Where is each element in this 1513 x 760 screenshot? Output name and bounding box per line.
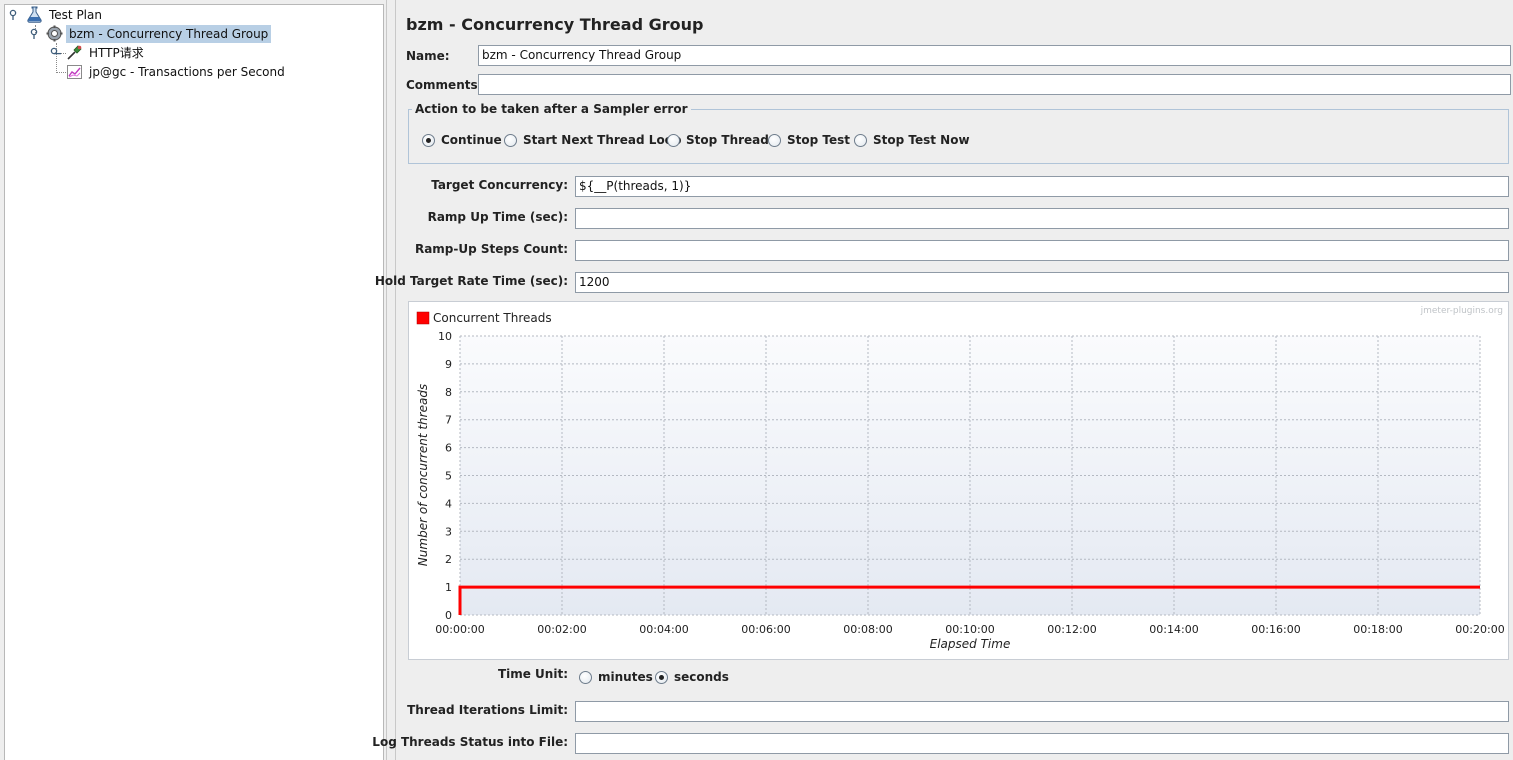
page-title: bzm - Concurrency Thread Group: [406, 15, 704, 34]
y-tick-label: 8: [445, 386, 452, 399]
x-tick-label: 00:18:00: [1353, 623, 1402, 636]
radio-label: Stop Thread: [686, 133, 769, 147]
x-tick-labels: 00:00:00 00:02:00 00:04:00 00:06:00 00:08:00…: [435, 623, 1504, 636]
hold-time-field[interactable]: 1200: [575, 272, 1509, 293]
name-label: Name:: [406, 49, 450, 63]
x-tick-label: 00:08:00: [843, 623, 892, 636]
thread-iterations-label: Thread Iterations Limit:: [407, 703, 568, 717]
chart-watermark: jmeter-plugins.org: [1420, 306, 1503, 316]
thread-group-editor: bzm - Concurrency Thread Group Name: bzm…: [372, 0, 1513, 760]
legend-swatch: [416, 311, 430, 325]
radio-label: Stop Test Now: [873, 133, 970, 147]
tree-item-tps-listener[interactable]: jp@gc - Transactions per Second: [5, 63, 381, 81]
hold-time-label: Hold Target Rate Time (sec):: [374, 274, 568, 288]
radio-unselected-icon[interactable]: [579, 670, 592, 684]
expand-toggle-icon[interactable]: [50, 47, 62, 59]
tree-item-label[interactable]: bzm - Concurrency Thread Group: [66, 25, 272, 43]
radio-unselected-icon[interactable]: [667, 133, 680, 147]
name-field[interactable]: bzm - Concurrency Thread Group: [478, 45, 1511, 66]
comments-label: Comments:: [406, 78, 483, 92]
ramp-up-steps-field[interactable]: [575, 240, 1509, 261]
target-concurrency-label: Target Concurrency:: [431, 178, 568, 192]
y-tick-label: 6: [445, 442, 452, 455]
x-tick-label: 00:16:00: [1251, 623, 1300, 636]
log-threads-label: Log Threads Status into File:: [372, 735, 568, 749]
x-tick-label: 00:10:00: [945, 623, 994, 636]
expand-toggle-icon[interactable]: [30, 28, 42, 40]
y-tick-label: 0: [445, 609, 452, 622]
y-tick-label: 4: [445, 497, 452, 510]
x-tick-label: 00:06:00: [741, 623, 790, 636]
y-tick-labels: 0 1 2 3 4 5 6 7 8 9 10: [438, 330, 452, 622]
radio-stop-test[interactable]: Stop Test: [768, 133, 850, 147]
tree-item-label[interactable]: HTTP请求: [86, 44, 147, 62]
ramp-up-steps-label: Ramp-Up Steps Count:: [414, 242, 568, 256]
tree-item-label[interactable]: jp@gc - Transactions per Second: [86, 63, 288, 81]
chart-canvas: 012345678910 00:00:00 00:02:00 00:04:00 00:…: [416, 306, 1505, 651]
thread-group-icon: [46, 25, 63, 42]
ramp-up-time-label: Ramp Up Time (sec):: [427, 210, 568, 224]
radio-unselected-icon[interactable]: [854, 133, 867, 147]
radio-stop-thread[interactable]: Stop Thread: [667, 133, 769, 147]
concurrency-chart: 0 1 2 3 4 5 6 7 8 9 10 00:00:00 00:02:00 00:04:00 00:…: [408, 301, 1509, 660]
y-tick-label: 3: [445, 525, 452, 538]
ramp-up-time-field[interactable]: [575, 208, 1509, 229]
x-tick-label: 00:02:00: [537, 623, 586, 636]
x-tick-label: 00:00:00: [435, 623, 484, 636]
y-tick-label: 7: [445, 414, 452, 427]
radio-label: seconds: [674, 670, 729, 684]
radio-continue[interactable]: Continue: [422, 133, 502, 147]
x-tick-label: 00:20:00: [1455, 623, 1504, 636]
y-tick-label: 10: [438, 330, 452, 343]
x-tick-label: 00:12:00: [1047, 623, 1096, 636]
radio-label: Start Next Thread Loop: [523, 133, 682, 147]
tree-item-test-plan[interactable]: Test Plan: [5, 6, 381, 24]
radio-unselected-icon[interactable]: [768, 133, 781, 147]
expand-toggle-icon[interactable]: [9, 9, 21, 21]
time-unit-label: Time Unit:: [497, 667, 568, 681]
radio-seconds[interactable]: seconds: [655, 670, 729, 684]
radio-minutes[interactable]: minutes: [579, 670, 653, 684]
tree-item-label[interactable]: Test Plan: [46, 6, 105, 24]
radio-selected-icon[interactable]: [422, 133, 435, 147]
tree-item-http-request[interactable]: HTTP请求: [5, 44, 381, 62]
y-tick-label: 1: [445, 581, 452, 594]
split-pane-divider[interactable]: [386, 0, 396, 760]
radio-label: Stop Test: [787, 133, 850, 147]
x-tick-label: 00:04:00: [639, 623, 688, 636]
comments-field[interactable]: [478, 74, 1511, 95]
test-plan-tree[interactable]: Test Plan bzm - Concurrency Thread Group: [4, 4, 384, 760]
radio-label: Continue: [441, 133, 502, 147]
sampler-error-legend: Action to be taken after a Sampler error: [412, 102, 691, 116]
radio-stop-test-now[interactable]: Stop Test Now: [854, 133, 970, 147]
radio-start-next-thread-loop[interactable]: Start Next Thread Loop: [504, 133, 682, 147]
legend-label: Concurrent Threads: [433, 311, 552, 325]
tree-item-thread-group[interactable]: bzm - Concurrency Thread Group: [5, 25, 381, 43]
log-threads-field[interactable]: [575, 733, 1509, 754]
x-tick-label: 00:14:00: [1149, 623, 1198, 636]
y-tick-label: 5: [445, 470, 452, 483]
y-axis-label: Number of concurrent threads: [416, 384, 430, 566]
graph-listener-icon: [67, 65, 82, 79]
y-tick-label: 9: [445, 358, 452, 371]
radio-unselected-icon[interactable]: [504, 133, 517, 147]
target-concurrency-field[interactable]: ${__P(threads, 1)}: [575, 176, 1509, 197]
y-tick-label: 2: [445, 553, 452, 566]
radio-selected-icon[interactable]: [655, 670, 668, 684]
x-axis-label: Elapsed Time: [930, 637, 1011, 651]
test-plan-icon: [27, 6, 42, 23]
thread-iterations-field[interactable]: [575, 701, 1509, 722]
http-sampler-icon: [67, 45, 82, 60]
radio-label: minutes: [598, 670, 653, 684]
